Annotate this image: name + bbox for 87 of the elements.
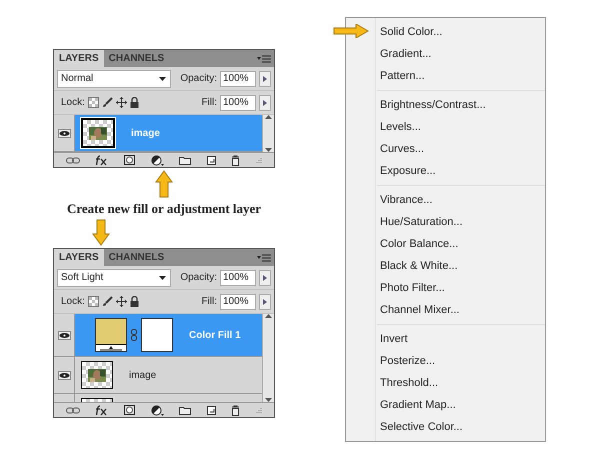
chain-icon bbox=[131, 329, 137, 341]
trash-icon[interactable] bbox=[230, 154, 240, 166]
fx-icon[interactable] bbox=[95, 404, 110, 416]
caret-icon bbox=[263, 298, 267, 304]
fill-label: Fill: bbox=[201, 97, 217, 108]
blend-mode-dropdown[interactable]: Soft Light bbox=[57, 268, 171, 286]
resize-grip-icon[interactable] bbox=[255, 156, 262, 164]
arrow-icon bbox=[333, 24, 369, 38]
panel-tab[interactable]: LAYERS bbox=[54, 249, 104, 266]
checkerboard-icon[interactable] bbox=[88, 296, 99, 307]
caret-icon bbox=[263, 76, 267, 82]
menu-item[interactable]: Black & White... bbox=[376, 255, 545, 277]
caret-icon bbox=[158, 75, 167, 82]
menu-item[interactable]: Vibrance... bbox=[376, 189, 545, 211]
panel-menu-icon[interactable] bbox=[257, 254, 271, 262]
menu-item[interactable]: Color Balance... bbox=[376, 233, 545, 255]
layer-name: Color Fill 1 bbox=[189, 330, 241, 340]
menu-item[interactable]: Channel Mixer... bbox=[376, 299, 545, 321]
folder-icon[interactable] bbox=[179, 406, 192, 414]
folder-icon[interactable] bbox=[179, 156, 192, 164]
caption-text: Create new fill or adjustment layer bbox=[66, 201, 262, 217]
trash-icon[interactable] bbox=[230, 404, 240, 416]
menu-item[interactable]: Exposure... bbox=[376, 160, 545, 182]
eye-icon[interactable] bbox=[58, 370, 70, 380]
menu-item[interactable]: Gradient... bbox=[376, 43, 545, 65]
fx-icon[interactable] bbox=[95, 154, 110, 166]
adjustment-icon[interactable] bbox=[150, 154, 164, 166]
fill-bar-icon bbox=[96, 344, 126, 351]
layer-mask-thumbnail bbox=[141, 318, 173, 352]
scrollbar[interactable] bbox=[262, 314, 274, 402]
caret-icon bbox=[265, 314, 272, 318]
opacity-label: Opacity: bbox=[180, 73, 217, 84]
mask-icon[interactable] bbox=[124, 405, 136, 415]
mask-icon[interactable] bbox=[124, 155, 136, 165]
fill-field[interactable]: 100% bbox=[220, 294, 256, 310]
opacity-field[interactable]: 100% bbox=[220, 270, 256, 286]
caret-icon bbox=[263, 274, 267, 280]
checkerboard-icon[interactable] bbox=[88, 97, 99, 108]
brush-icon[interactable] bbox=[102, 296, 113, 307]
resize-grip-icon[interactable] bbox=[255, 406, 262, 414]
stepper-button[interactable] bbox=[259, 294, 271, 310]
link-icon[interactable] bbox=[66, 406, 80, 414]
menu-item[interactable]: Photo Filter... bbox=[376, 277, 545, 299]
stepper-button[interactable] bbox=[259, 270, 271, 286]
layer-name: image bbox=[131, 128, 160, 138]
link-icon[interactable] bbox=[66, 156, 80, 164]
arrow-icon bbox=[92, 219, 110, 246]
panel-tab[interactable]: LAYERS bbox=[54, 50, 104, 67]
caret-icon bbox=[158, 274, 167, 281]
menu-item[interactable]: Invert bbox=[376, 328, 545, 350]
menu-item[interactable]: Threshold... bbox=[376, 372, 545, 394]
brush-icon[interactable] bbox=[102, 97, 113, 108]
stepper-button[interactable] bbox=[259, 70, 271, 86]
lock-icon[interactable] bbox=[130, 97, 139, 108]
stepper-button[interactable] bbox=[259, 94, 271, 110]
lock-icon[interactable] bbox=[130, 296, 139, 307]
menu-item[interactable]: Posterize... bbox=[376, 350, 545, 372]
caret-icon bbox=[263, 100, 267, 106]
scrollbar[interactable] bbox=[262, 115, 274, 152]
menu-item[interactable]: Curves... bbox=[376, 138, 545, 160]
menu-item[interactable]: Selective Color... bbox=[376, 416, 545, 438]
caret-icon bbox=[265, 148, 272, 152]
caret-icon bbox=[265, 398, 272, 402]
arrow-icon bbox=[155, 170, 173, 198]
move-icon[interactable] bbox=[116, 296, 127, 307]
eye-icon[interactable] bbox=[58, 128, 70, 138]
fill-label: Fill: bbox=[201, 296, 217, 307]
menu-item[interactable]: Levels... bbox=[376, 116, 545, 138]
eye-icon[interactable] bbox=[58, 330, 70, 340]
new-layer-icon[interactable] bbox=[206, 156, 216, 164]
opacity-field[interactable]: 100% bbox=[220, 70, 256, 86]
opacity-label: Opacity: bbox=[180, 272, 217, 283]
adjustment-icon[interactable] bbox=[150, 404, 164, 416]
caret-icon bbox=[265, 115, 272, 119]
new-layer-icon[interactable] bbox=[206, 406, 216, 414]
blend-mode-dropdown[interactable]: Normal bbox=[57, 70, 171, 88]
menu-item[interactable]: Brightness/Contrast... bbox=[376, 94, 545, 116]
fill-field[interactable]: 100% bbox=[220, 94, 256, 110]
move-icon[interactable] bbox=[116, 97, 127, 108]
menu-item[interactable]: Solid Color... bbox=[376, 21, 545, 43]
menu-item[interactable]: Gradient Map... bbox=[376, 394, 545, 416]
menu-item[interactable]: Pattern... bbox=[376, 65, 545, 87]
lock-label: Lock: bbox=[61, 296, 85, 307]
lock-label: Lock: bbox=[61, 97, 85, 108]
layer-name: image bbox=[129, 370, 156, 380]
menu-item[interactable]: Hue/Saturation... bbox=[376, 211, 545, 233]
panel-menu-icon[interactable] bbox=[257, 54, 271, 62]
